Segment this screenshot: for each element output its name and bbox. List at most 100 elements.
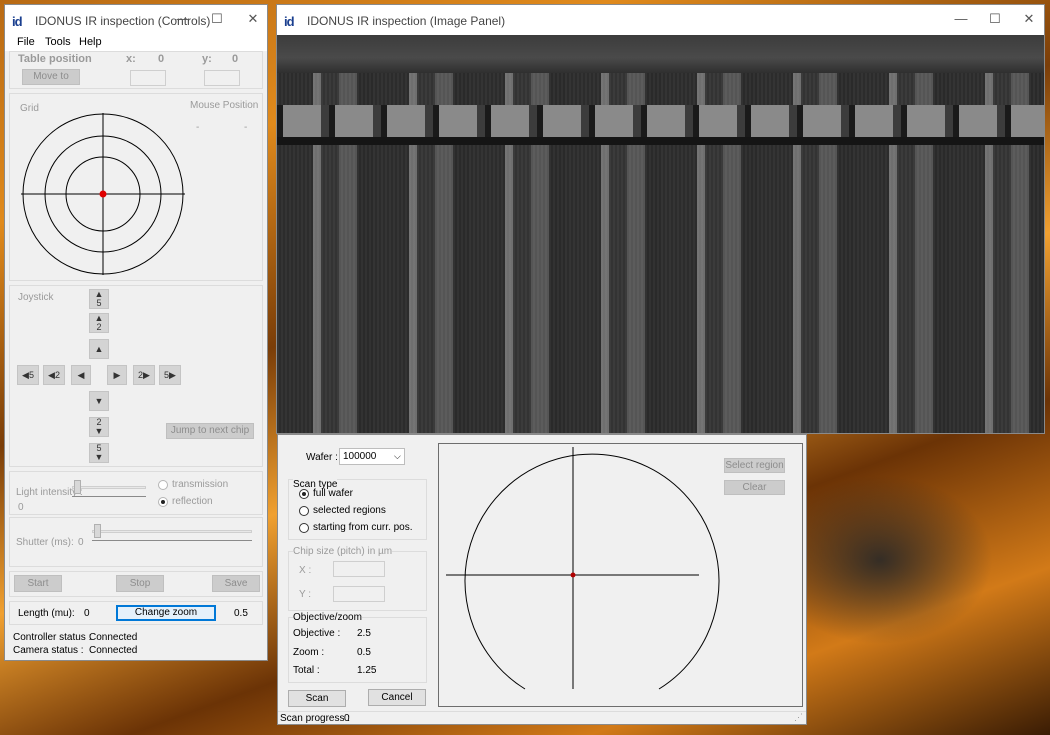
x-value: 0 [158, 53, 165, 65]
camera-status-label: Camera status : [13, 645, 84, 656]
objective-label: Objective : [293, 628, 341, 639]
start-button[interactable]: Start [14, 575, 62, 592]
left-5-label: 5 [28, 370, 34, 380]
image-top-band [277, 35, 1044, 73]
resize-grip-icon[interactable]: ⋰ [794, 712, 803, 723]
right-2-label: 2 [138, 370, 144, 380]
controls-window: id IDONUS IR inspection (Controls) — ☐ ✕… [4, 4, 268, 661]
up-2-label: 2 [96, 322, 102, 332]
grid-canvas[interactable] [18, 110, 190, 280]
light-intensity-slider[interactable] [74, 480, 81, 494]
shutter-slider[interactable] [94, 524, 101, 538]
full-wafer-radio[interactable] [299, 489, 309, 499]
up-button[interactable]: ▲ [89, 339, 109, 359]
right-2-button[interactable]: 2▶ [133, 365, 155, 385]
light-intensity-track[interactable] [72, 486, 146, 489]
image-pad-row [277, 105, 1044, 137]
maximize-icon[interactable]: ☐ [207, 11, 227, 29]
x-target-input[interactable] [130, 70, 166, 86]
grid-group: Grid Mouse Position - - [9, 93, 263, 281]
objective-group: Objective/zoom Objective : 2.5 Zoom : 0.… [288, 612, 427, 683]
wafer-map-frame[interactable]: Select region Clear [438, 443, 803, 707]
menu-help[interactable]: Help [79, 36, 102, 48]
current-position-radio[interactable] [299, 523, 309, 533]
objective-zoom-label: Objective/zoom [293, 612, 362, 623]
total-label: Total : [293, 665, 320, 676]
status-strip: Scan progress : 0 ⋰ [278, 711, 806, 724]
menu-file[interactable]: File [17, 36, 35, 48]
down-button[interactable]: ▼ [89, 391, 109, 411]
close-icon[interactable]: ✕ [243, 11, 263, 29]
up-5-label: 5 [96, 298, 102, 308]
objective-value: 2.5 [357, 628, 371, 639]
stop-button[interactable]: Stop [116, 575, 164, 592]
image-panel-titlebar[interactable]: id IDONUS IR inspection (Image Panel) — … [277, 5, 1044, 35]
ir-camera-image[interactable] [277, 35, 1044, 433]
light-intensity-ticks [72, 496, 146, 497]
jump-to-next-chip-button[interactable]: Jump to next chip [166, 423, 254, 439]
transmission-label: transmission [172, 479, 229, 490]
shutter-value: 0 [78, 537, 84, 548]
zoom-value: 0.5 [234, 608, 248, 619]
minimize-icon[interactable]: — [951, 11, 971, 29]
chevron-down-icon: ⌵ [394, 451, 401, 461]
chip-x-input[interactable] [333, 561, 385, 577]
wafer-outline [464, 453, 720, 690]
controls-titlebar[interactable]: id IDONUS IR inspection (Controls) — ☐ ✕ [5, 5, 267, 35]
camera-status-value: Connected [89, 645, 138, 656]
left-button[interactable]: ◀ [71, 365, 91, 385]
y-label: y: [202, 53, 212, 65]
y-value: 0 [232, 53, 239, 65]
wafer-select[interactable]: 100000 ⌵ [339, 448, 405, 465]
change-zoom-button[interactable]: Change zoom [116, 605, 216, 621]
y-target-input[interactable] [204, 70, 240, 86]
minimize-icon[interactable]: — [173, 11, 193, 29]
up-5-button[interactable]: ▲ 5 [89, 289, 109, 309]
joystick-group: Joystick ▲ 5 ▲ 2 ▲ ◀5 ◀2 ◀ ▶ 2▶ 5▶ ▼ 2 ▼ 5 ▼… [9, 285, 263, 467]
save-button[interactable]: Save [212, 575, 260, 592]
table-position-group: Table position x: 0 y: 0 Move to [9, 51, 263, 89]
full-wafer-label: full wafer [313, 488, 354, 499]
left-2-label: 2 [54, 370, 60, 380]
shutter-group: Shutter (ms): 0 [9, 517, 263, 567]
image-gap-row [277, 137, 1044, 145]
shutter-track[interactable] [92, 530, 252, 533]
scan-button[interactable]: Scan [288, 690, 346, 707]
down-5-button[interactable]: 5 ▼ [89, 443, 109, 463]
close-icon[interactable]: ✕ [1019, 11, 1039, 29]
up-2-button[interactable]: ▲ 2 [89, 313, 109, 333]
right-button[interactable]: ▶ [107, 365, 127, 385]
reflection-label: reflection [172, 496, 213, 507]
menu-bar: File Tools Help [5, 35, 267, 51]
cancel-button[interactable]: Cancel [368, 689, 426, 706]
total-value: 1.25 [357, 665, 377, 676]
chip-size-label: Chip size (pitch) in µm [293, 546, 393, 557]
menu-tools[interactable]: Tools [45, 36, 71, 48]
down-5-label: 5 [96, 443, 102, 453]
zoom-label: Zoom : [293, 647, 325, 658]
length-group: Length (mu): 0 Change zoom 0.5 [9, 601, 263, 625]
wafer-select-value: 100000 [343, 451, 377, 462]
clear-button[interactable]: Clear [724, 480, 785, 495]
selected-regions-radio[interactable] [299, 506, 309, 516]
shutter-ticks [92, 540, 252, 541]
reflection-radio[interactable] [158, 497, 168, 507]
chip-y-label: Y : [299, 589, 312, 600]
chip-y-input[interactable] [333, 586, 385, 602]
down-2-button[interactable]: 2 ▼ [89, 417, 109, 437]
mouse-y-value: - [244, 122, 248, 133]
move-to-button[interactable]: Move to [22, 69, 80, 85]
left-5-button[interactable]: ◀5 [17, 365, 39, 385]
window-title: IDONUS IR inspection (Image Panel) [307, 14, 506, 28]
maximize-icon[interactable]: ☐ [985, 11, 1005, 29]
transmission-radio[interactable] [158, 480, 168, 490]
mouse-x-value: - [196, 122, 200, 133]
left-2-button[interactable]: ◀2 [43, 365, 65, 385]
controller-status-value: Connected [89, 632, 138, 643]
selected-regions-label: selected regions [313, 505, 386, 516]
wafer-label: Wafer : [306, 452, 338, 463]
zoom-value: 0.5 [357, 647, 371, 658]
select-region-button[interactable]: Select region [724, 458, 785, 473]
current-position-label: starting from curr. pos. [313, 522, 413, 533]
right-5-button[interactable]: 5▶ [159, 365, 181, 385]
